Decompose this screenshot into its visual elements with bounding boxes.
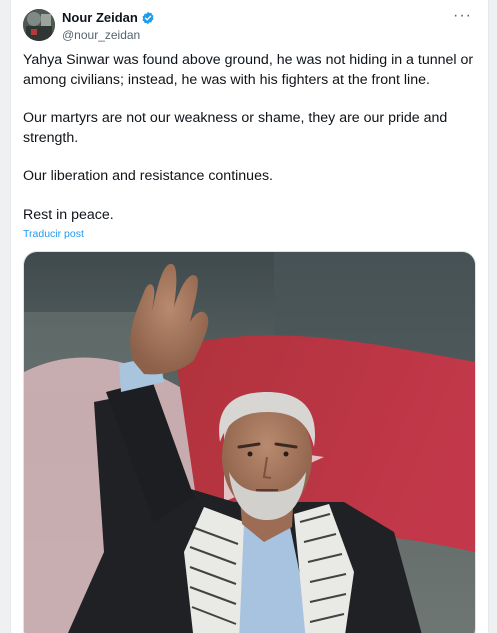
post-paragraph-4: Rest in peace.: [23, 206, 114, 223]
user-handle[interactable]: @nour_zeidan: [62, 28, 155, 42]
user-info: Nour Zeidan @nour_zeidan: [62, 9, 155, 42]
photo-illustration: [24, 252, 475, 633]
verified-badge-icon: [142, 11, 154, 24]
more-options-icon[interactable]: ···: [453, 8, 472, 24]
display-name[interactable]: Nour Zeidan: [62, 10, 138, 25]
post-paragraph-1: Yahya Sinwar was found above ground, he …: [23, 52, 478, 88]
avatar[interactable]: [23, 9, 55, 41]
post-header: Nour Zeidan @nour_zeidan ···: [23, 8, 476, 45]
post-paragraph-3: Our liberation and resistance continues.: [23, 168, 273, 184]
post-paragraph-2: Our martyrs are not our weakness or sham…: [23, 110, 452, 146]
post-image[interactable]: [23, 251, 476, 633]
name-row: Nour Zeidan: [62, 9, 155, 26]
post-card: Nour Zeidan @nour_zeidan ··· Yahya Sinwa…: [10, 0, 489, 633]
translate-post-link[interactable]: Traducir post: [23, 228, 84, 240]
avatar-image: [23, 9, 55, 41]
post-text: Yahya Sinwar was found above ground, he …: [23, 51, 474, 244]
